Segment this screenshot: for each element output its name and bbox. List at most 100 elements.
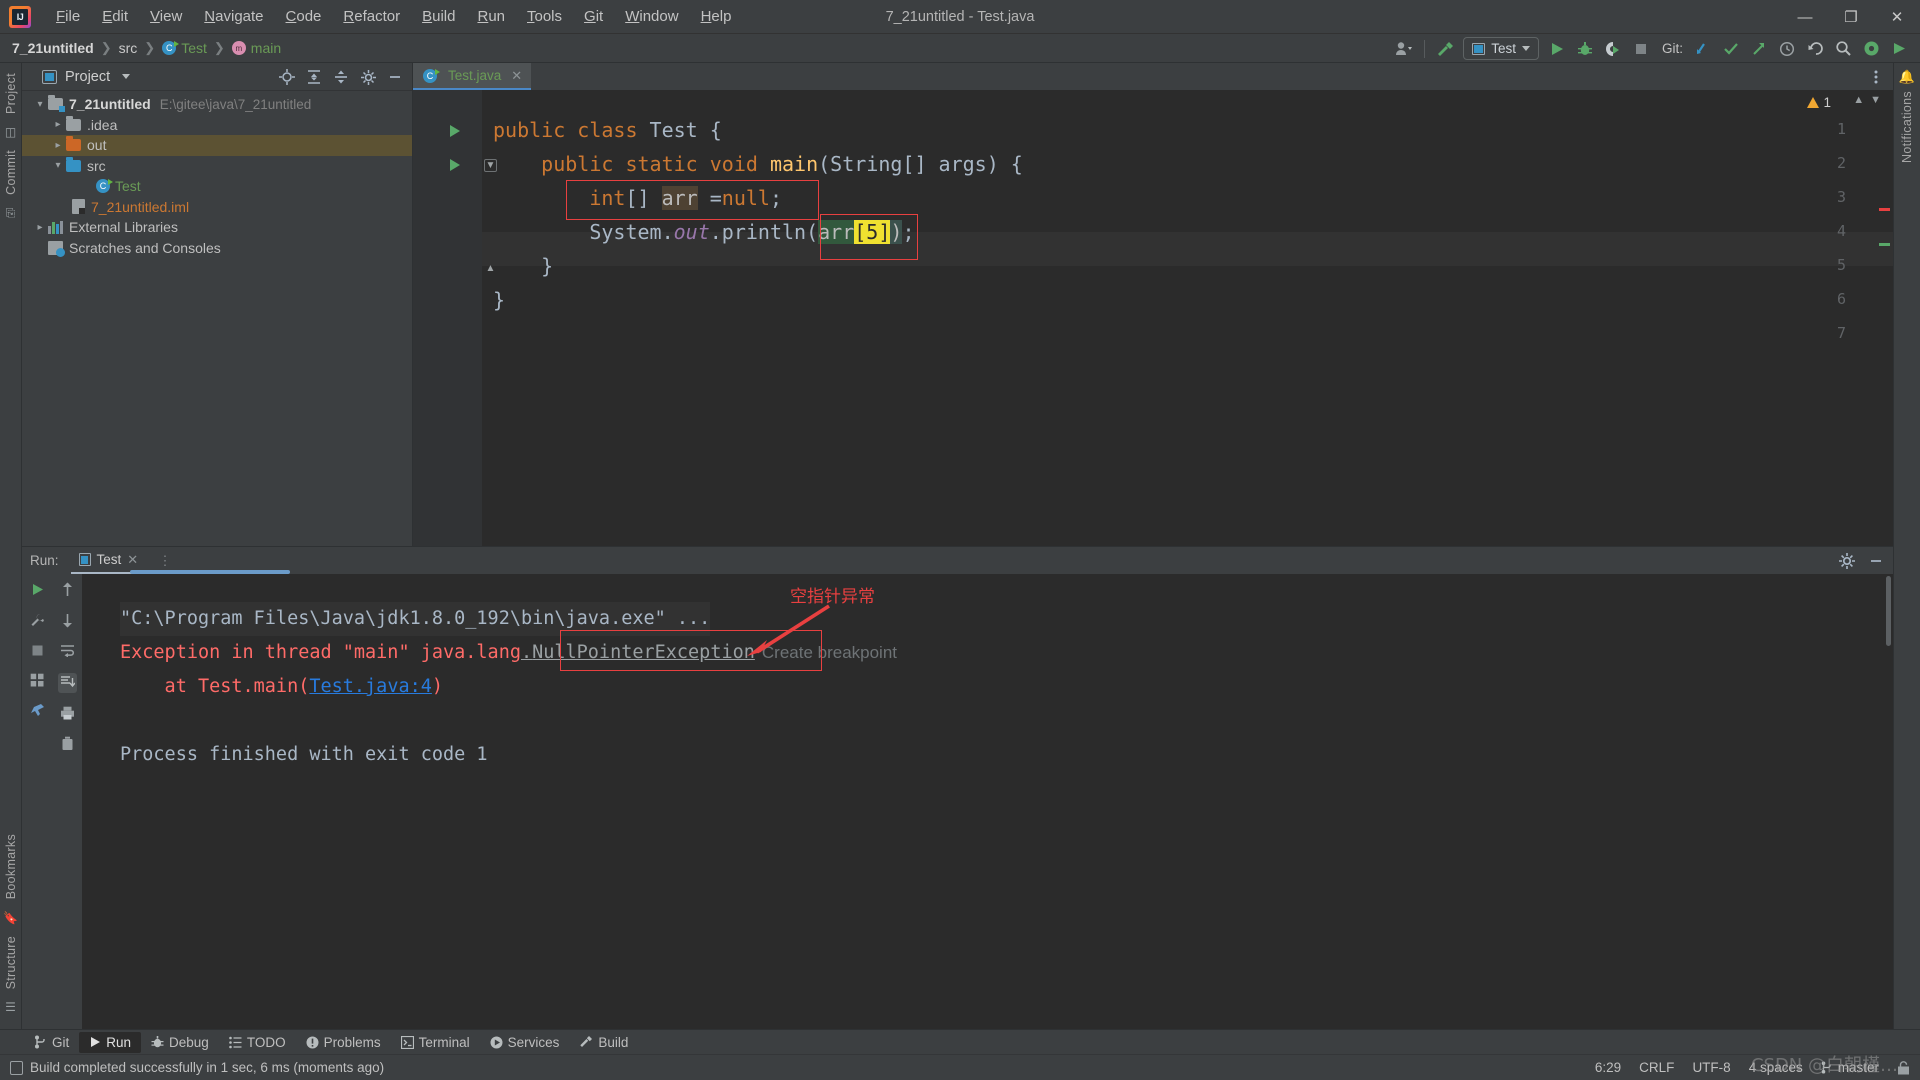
maximize-button[interactable]: ❐ [1828, 0, 1874, 34]
tool-button-terminal[interactable]: Terminal [391, 1032, 480, 1053]
tool-window-project[interactable]: Project [4, 73, 18, 114]
chevron-down-icon[interactable]: ▾ [50, 160, 66, 171]
breadcrumb-project[interactable]: 7_21untitled [12, 40, 94, 56]
user-avatar-icon[interactable] [1391, 37, 1417, 61]
tool-window-notifications[interactable]: Notifications [1900, 91, 1914, 163]
console-output[interactable]: "C:\Program Files\Java\jdk1.8.0_192\bin\… [82, 574, 1893, 1029]
code-editor[interactable]: 1 2 3 4 5 6 7 ▼ ▲ public class Test { pu… [413, 90, 1893, 546]
editor-tab-test-java[interactable]: C Test.java ✕ [413, 63, 532, 90]
menu-git[interactable]: Git [573, 4, 614, 30]
undo-icon[interactable] [1802, 37, 1828, 61]
expand-all-icon[interactable] [301, 65, 327, 89]
scroll-up-icon[interactable] [61, 582, 74, 600]
menu-file[interactable]: File [45, 4, 91, 30]
chevron-right-icon[interactable]: ▸ [50, 119, 66, 130]
tool-button-todo[interactable]: TODO [219, 1032, 296, 1053]
clear-all-icon[interactable] [61, 736, 74, 754]
read-only-toggle-icon[interactable] [1897, 1060, 1910, 1075]
tree-row-scratches[interactable]: Scratches and Consoles [22, 238, 412, 259]
menu-view[interactable]: View [139, 4, 193, 30]
git-commit-icon[interactable] [1718, 37, 1744, 61]
soft-wrap-icon[interactable] [60, 644, 75, 660]
tool-button-debug[interactable]: Debug [141, 1032, 219, 1053]
menu-code[interactable]: Code [275, 4, 333, 30]
tree-row-external-libraries[interactable]: ▸ External Libraries [22, 217, 412, 238]
info-stripe-marker[interactable] [1879, 243, 1890, 246]
tree-row-iml[interactable]: 7_21untitled.iml [22, 197, 412, 218]
locate-file-icon[interactable] [274, 65, 300, 89]
chevron-down-icon[interactable] [122, 74, 131, 79]
close-button[interactable]: ✕ [1874, 0, 1920, 34]
tree-row-test-class[interactable]: C Test [22, 176, 412, 197]
exception-type[interactable]: NullPointerException [532, 642, 755, 663]
close-run-tab-icon[interactable]: ✕ [127, 552, 138, 568]
git-push-icon[interactable] [1746, 37, 1772, 61]
run-line-marker-icon[interactable] [450, 159, 460, 171]
run-button[interactable] [1544, 37, 1570, 61]
search-everywhere-icon[interactable] [1830, 37, 1856, 61]
chevron-right-icon[interactable]: ▸ [32, 222, 48, 233]
tool-button-git[interactable]: Git [24, 1032, 79, 1053]
tree-row-module[interactable]: ▾ 7_21untitled E:\gitee\java\7_21untitle… [22, 94, 412, 115]
rerun-icon[interactable] [30, 582, 45, 600]
status-message[interactable]: Build completed successfully in 1 sec, 6… [30, 1060, 384, 1075]
collapse-all-icon[interactable] [328, 65, 354, 89]
hide-panel-icon[interactable] [1863, 549, 1889, 573]
tool-window-bookmarks[interactable]: Bookmarks [4, 834, 18, 899]
menu-help[interactable]: Help [690, 4, 743, 30]
caret-position[interactable]: 6:29 [1595, 1060, 1621, 1075]
git-branch-label[interactable]: master [1838, 1060, 1879, 1075]
create-breakpoint-hint[interactable]: Create breakpoint [762, 643, 897, 662]
more-tabs-icon[interactable] [1863, 65, 1889, 89]
menu-window[interactable]: Window [614, 4, 689, 30]
editor-gutter[interactable] [413, 90, 482, 546]
next-problem-icon[interactable]: ▼ [1870, 94, 1881, 106]
menu-tools[interactable]: Tools [516, 4, 573, 30]
line-separator[interactable]: CRLF [1639, 1060, 1674, 1075]
notifications-bell-icon[interactable]: 🔔 [1899, 69, 1915, 85]
file-encoding[interactable]: UTF-8 [1692, 1060, 1730, 1075]
tool-window-commit[interactable]: Commit [4, 150, 18, 195]
stop-button[interactable] [1628, 37, 1654, 61]
settings-gear-icon[interactable] [1834, 549, 1860, 573]
chevron-right-icon[interactable]: ▸ [50, 140, 66, 151]
error-stripe-marker[interactable] [1879, 208, 1890, 211]
settings-gear-icon[interactable] [355, 65, 381, 89]
tool-button-build[interactable]: Build [569, 1032, 638, 1053]
scroll-down-icon[interactable] [61, 613, 74, 631]
tree-row-idea[interactable]: ▸ .idea [22, 115, 412, 136]
run-with-coverage-button[interactable] [1600, 37, 1626, 61]
build-hammer-icon[interactable] [1432, 37, 1458, 61]
history-clock-icon[interactable] [1774, 37, 1800, 61]
print-icon[interactable] [60, 706, 75, 723]
prev-problem-icon[interactable]: ▲ [1853, 94, 1864, 106]
stop-icon[interactable] [31, 644, 44, 660]
wrench-settings-icon[interactable] [30, 613, 45, 631]
run-configuration-selector[interactable]: Test [1463, 37, 1539, 60]
git-update-project-icon[interactable] [1690, 37, 1716, 61]
menu-run[interactable]: Run [466, 4, 516, 30]
breadcrumb-method[interactable]: main [251, 40, 281, 56]
tool-window-structure[interactable]: Structure [4, 936, 18, 989]
close-tab-icon[interactable]: ✕ [511, 68, 522, 84]
breadcrumb-class[interactable]: Test [181, 40, 207, 56]
menu-build[interactable]: Build [411, 4, 466, 30]
tree-row-out[interactable]: ▸ out [22, 135, 412, 156]
tree-row-src[interactable]: ▾ src [22, 156, 412, 177]
run-line-marker-icon[interactable] [450, 125, 460, 137]
tool-button-problems[interactable]: Problems [296, 1032, 391, 1053]
layout-icon[interactable] [30, 673, 45, 690]
chevron-down-icon[interactable]: ▾ [32, 99, 48, 110]
stack-trace-link[interactable]: Test.java:4 [309, 676, 432, 697]
menu-refactor[interactable]: Refactor [332, 4, 411, 30]
menu-navigate[interactable]: Navigate [193, 4, 274, 30]
tool-button-run[interactable]: Run [79, 1031, 142, 1053]
inspection-status-widget[interactable]: 1 [1807, 95, 1831, 110]
more-options-icon[interactable] [1886, 37, 1912, 61]
scroll-to-end-icon[interactable] [57, 673, 77, 693]
debug-button[interactable] [1572, 37, 1598, 61]
minimize-button[interactable]: — [1782, 0, 1828, 34]
tool-button-services[interactable]: Services [480, 1032, 570, 1053]
menu-edit[interactable]: Edit [91, 4, 139, 30]
breadcrumb-src[interactable]: src [119, 40, 138, 56]
